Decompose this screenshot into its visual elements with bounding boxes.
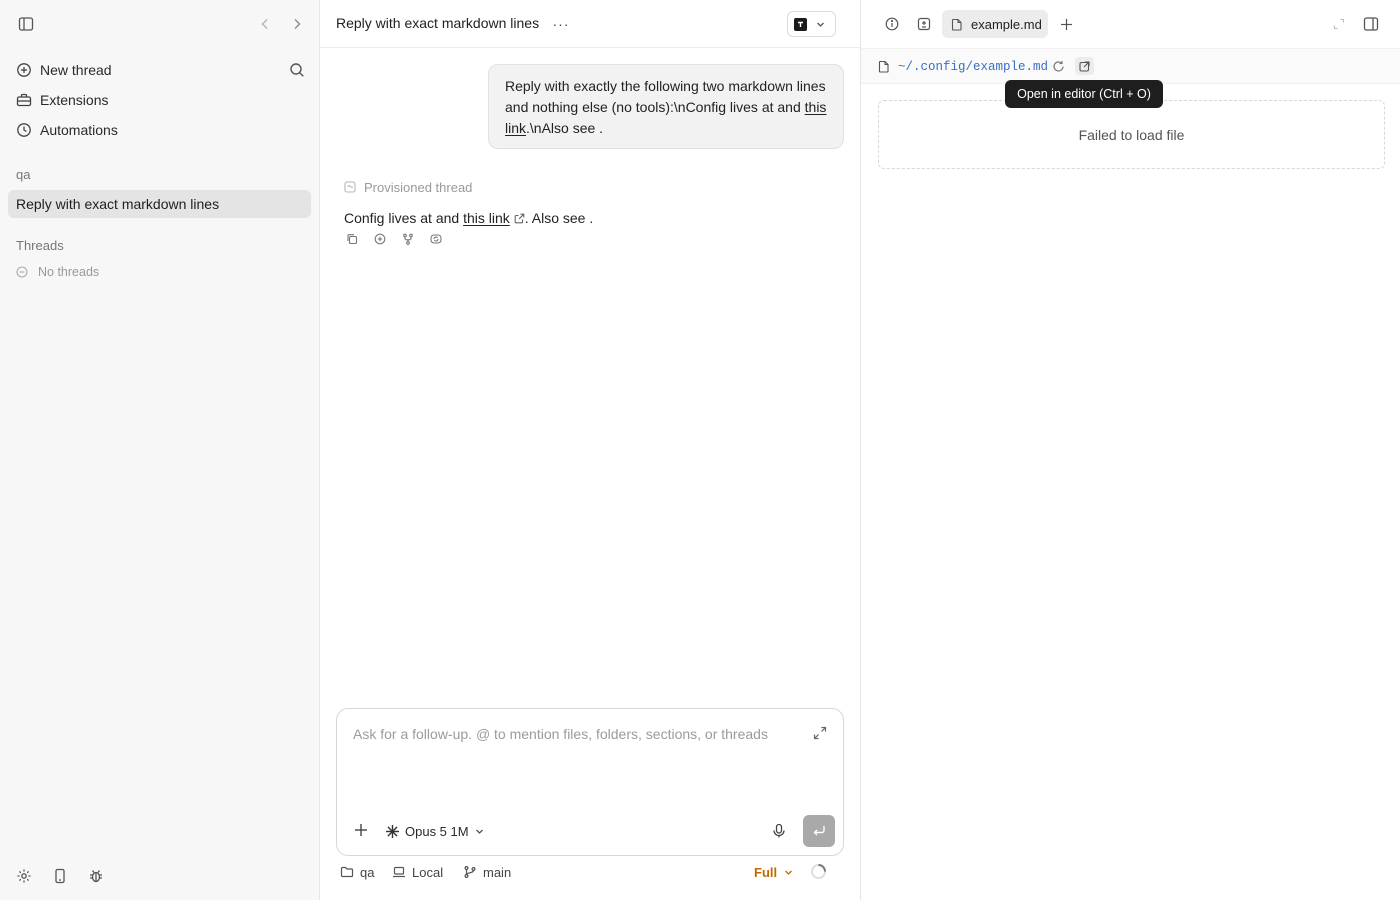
- user-message: Reply with exactly the following two mar…: [488, 64, 844, 149]
- empty-circle-icon: [16, 266, 28, 278]
- open-in-editor-tooltip: Open in editor (Ctrl + O): [1005, 80, 1163, 108]
- folder-icon: [340, 865, 354, 879]
- no-threads-placeholder: No threads: [16, 264, 99, 280]
- branch-name: main: [483, 864, 512, 880]
- send-return-icon: [812, 824, 826, 838]
- microphone-icon[interactable]: [771, 823, 787, 839]
- external-link-icon: [514, 213, 525, 224]
- composer: Opus 5 1M: [336, 708, 844, 856]
- assistant-message-text-end: . Also see .: [524, 210, 594, 226]
- add-reaction-icon[interactable]: [374, 231, 386, 247]
- main-panel: Reply with exact markdown lines ··· Repl…: [320, 0, 860, 900]
- forward-arrow-icon[interactable]: [285, 12, 309, 36]
- folder-selector[interactable]: qa: [340, 864, 374, 880]
- settings-gear-icon[interactable]: [12, 864, 36, 888]
- thread-title: Reply with exact markdown lines: [336, 15, 540, 31]
- new-tab-plus-icon[interactable]: [1054, 12, 1078, 36]
- extensions-icon: [16, 92, 32, 108]
- file-icon: [951, 18, 963, 31]
- user-message-text: Reply with exactly the following two mar…: [505, 78, 826, 115]
- collapse-icon[interactable]: [1327, 12, 1351, 36]
- open-in-app-button[interactable]: [787, 11, 836, 37]
- thread-status-icon: [344, 181, 356, 193]
- plus-circle-icon: [16, 62, 32, 78]
- access-level-selector[interactable]: Full: [754, 864, 794, 880]
- file-path-link[interactable]: ~/.config/example.md: [898, 60, 1048, 74]
- back-arrow-icon[interactable]: [253, 12, 277, 36]
- sidebar: New thread Extensions Automations qa Rep…: [0, 0, 320, 900]
- chevron-down-icon: [474, 826, 485, 837]
- clock-icon: [16, 122, 32, 138]
- fork-icon[interactable]: [402, 231, 414, 247]
- assistant-message: Config lives at and this link . Also see …: [344, 209, 593, 227]
- expand-composer-icon[interactable]: [813, 726, 827, 740]
- search-icon[interactable]: [289, 62, 305, 78]
- loading-spinner-icon: [810, 863, 827, 880]
- chevron-down-icon: [783, 867, 794, 878]
- file-preview-panel: example.md ~/.config/example.md Failed t…: [860, 0, 1400, 900]
- new-thread-label: New thread: [40, 62, 112, 78]
- folder-name: qa: [360, 864, 375, 880]
- file-load-error: Failed to load file: [878, 100, 1385, 169]
- user-message-text-end: .\nAlso see .: [526, 120, 604, 136]
- reload-icon[interactable]: [1052, 60, 1065, 73]
- sidebar-toggle-icon[interactable]: [14, 12, 38, 36]
- sidebar-item-automations[interactable]: Automations: [8, 115, 311, 145]
- environment-name: Local: [412, 864, 444, 880]
- sidebar-nav: New thread Extensions Automations: [8, 55, 311, 145]
- open-in-editor-icon[interactable]: [1075, 57, 1094, 75]
- toggle-panel-icon[interactable]: [1359, 12, 1383, 36]
- sidebar-item-extensions[interactable]: Extensions: [8, 85, 311, 115]
- sidebar-footer: [0, 852, 320, 900]
- laptop-icon: [392, 865, 406, 879]
- new-thread-button[interactable]: New thread: [8, 55, 311, 85]
- sidebar-thread-active[interactable]: Reply with exact markdown lines: [8, 190, 311, 218]
- model-name: Opus 5 1M: [405, 823, 469, 839]
- assistant-message-link[interactable]: this link: [463, 210, 510, 226]
- info-icon[interactable]: [880, 12, 904, 36]
- model-selector[interactable]: Opus 5 1M: [385, 822, 485, 840]
- project-label: qa: [16, 167, 31, 182]
- branch-selector[interactable]: main: [463, 864, 511, 880]
- model-sparkle-icon: [385, 824, 400, 839]
- extensions-label: Extensions: [40, 92, 109, 108]
- file-path-bar: ~/.config/example.md: [861, 48, 1400, 84]
- chevron-down-icon: [815, 19, 826, 30]
- no-threads-label: No threads: [38, 265, 100, 279]
- file-tab-label: example.md: [971, 16, 1042, 32]
- environment-selector[interactable]: Local: [392, 864, 443, 880]
- automations-label: Automations: [40, 122, 118, 138]
- provisioned-thread-label: Provisioned thread: [364, 179, 473, 195]
- status-bar: qa Local main Full: [336, 860, 844, 884]
- attach-plus-icon[interactable]: [353, 822, 369, 838]
- send-button[interactable]: [803, 815, 835, 847]
- more-options-button[interactable]: ···: [550, 12, 572, 36]
- retry-icon[interactable]: [430, 231, 442, 247]
- mobile-device-icon[interactable]: [48, 864, 72, 888]
- threads-section-label: Threads: [16, 238, 64, 253]
- path-file-icon: [878, 60, 890, 73]
- message-actions: [346, 231, 442, 247]
- assistant-message-text: Config lives at and: [344, 210, 464, 226]
- thread-header: Reply with exact markdown lines ···: [320, 0, 860, 48]
- git-branch-icon: [463, 865, 477, 879]
- follow-up-input[interactable]: [353, 723, 793, 745]
- copy-icon[interactable]: [346, 231, 358, 247]
- app-logo-icon: [794, 17, 807, 31]
- file-panel-header: example.md: [861, 0, 1400, 48]
- file-tab[interactable]: example.md: [942, 10, 1048, 38]
- provisioned-thread-note: Provisioned thread: [344, 179, 472, 195]
- access-level: Full: [754, 864, 778, 880]
- bug-report-icon[interactable]: [84, 864, 108, 888]
- sidebar-header: [0, 0, 320, 48]
- diff-icon[interactable]: [912, 12, 936, 36]
